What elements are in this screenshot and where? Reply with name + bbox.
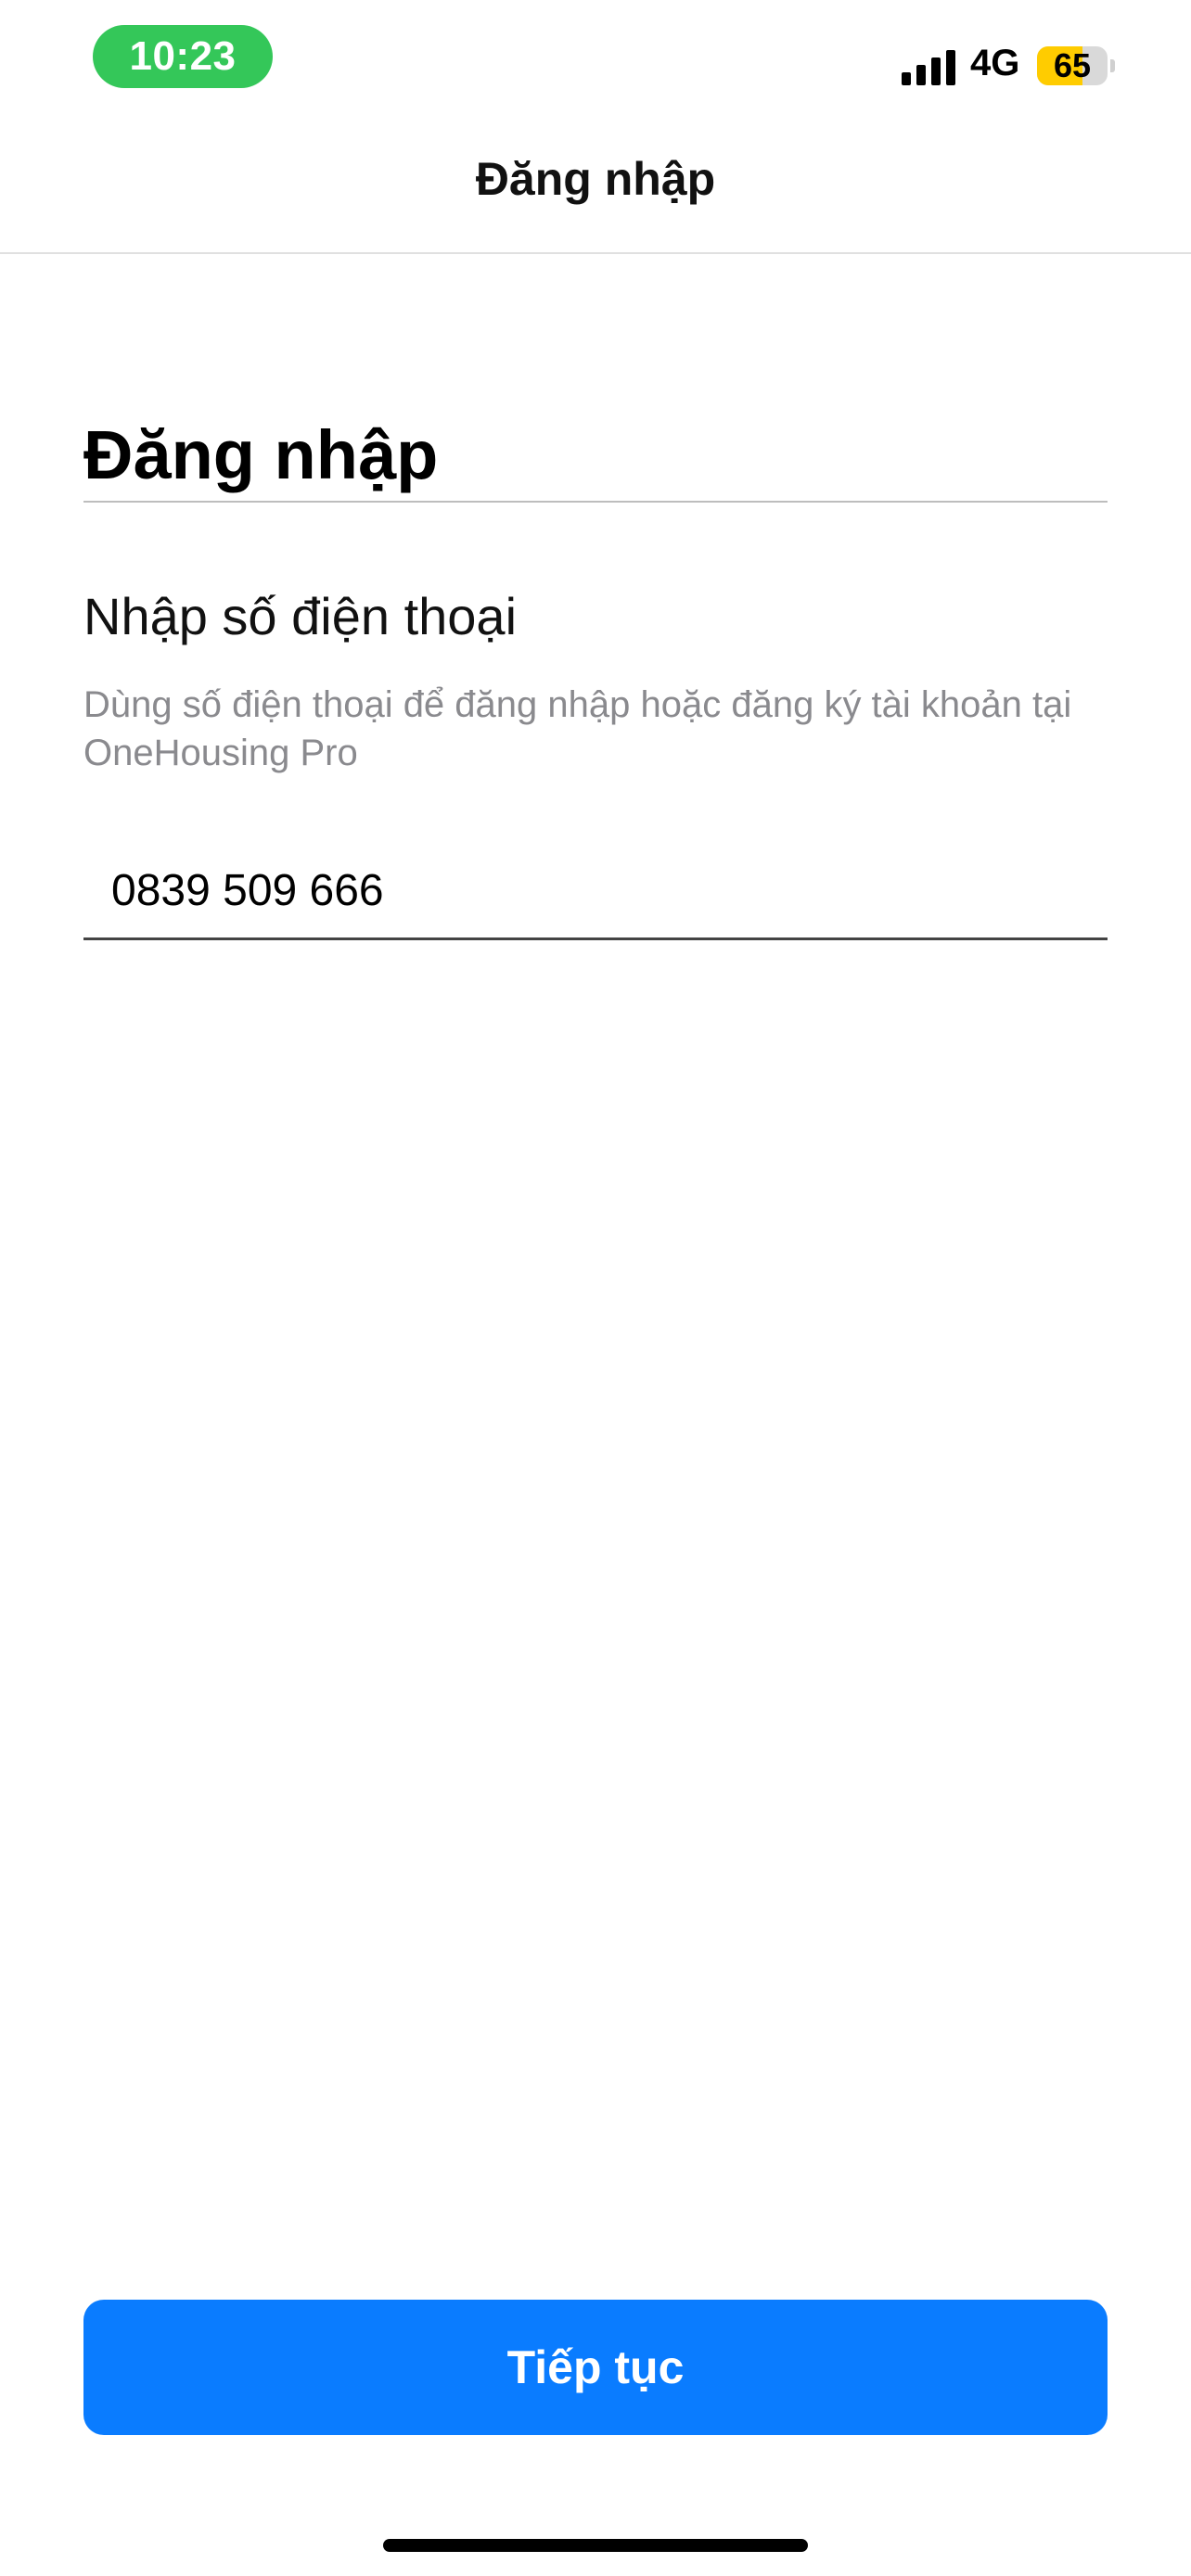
network-type: 4G [970, 43, 1020, 83]
continue-button[interactable]: Tiếp tục [83, 2300, 1108, 2435]
battery-nub [1110, 59, 1115, 72]
cellular-signal-icon [902, 48, 957, 85]
battery-percent: 65 [1053, 46, 1092, 84]
status-time[interactable]: 10:23 [93, 25, 273, 88]
phone-field-help: Dùng số điện thoại để đăng nhập hoặc đăn… [83, 684, 1072, 773]
nav-bar: Đăng nhập [0, 121, 1191, 254]
phone-number-input[interactable] [83, 844, 1108, 940]
heading-divider [83, 501, 1108, 503]
status-bar: 10:23 4G 65 [0, 0, 1191, 121]
battery-icon: 65 [1037, 46, 1108, 85]
nav-title: Đăng nhập [475, 153, 716, 205]
page-title: Đăng nhập [83, 416, 439, 493]
login-screen: 10:23 4G 65 Đăng nhập Đăng nhập Nhập số … [0, 0, 1191, 2576]
phone-field-label: Nhập số điện thoại [83, 587, 518, 645]
home-indicator [383, 2539, 808, 2552]
